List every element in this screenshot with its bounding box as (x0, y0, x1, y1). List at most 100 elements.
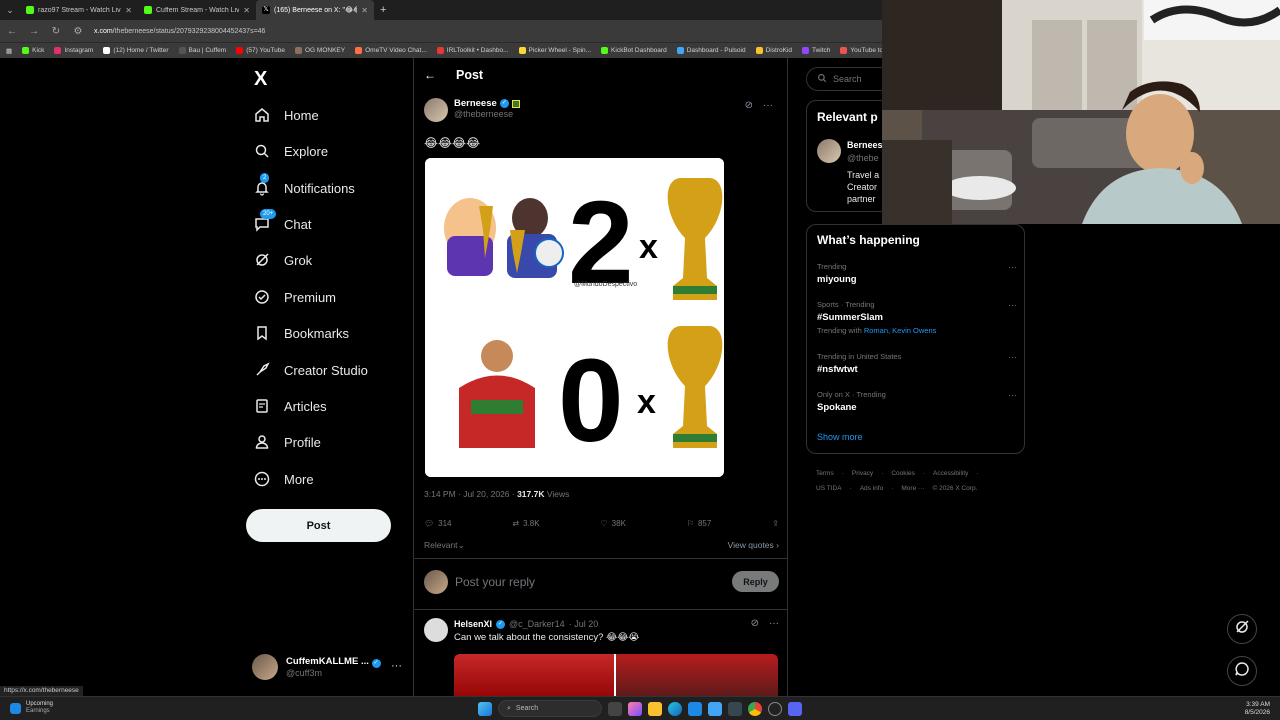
bookmark[interactable]: OG MONKEY (295, 47, 345, 54)
store-icon[interactable] (688, 701, 702, 716)
bookmark[interactable]: Dashboard - Pulsoid (676, 47, 746, 54)
bookmark[interactable]: Kick (22, 47, 44, 54)
bookmark[interactable]: KickBot Dashboard (601, 47, 667, 54)
trend-item[interactable]: Trending miyoung ··· (817, 262, 1017, 285)
tab-search-icon[interactable]: ⌄ (0, 0, 20, 20)
relevant-name[interactable]: Bernees (847, 140, 883, 150)
relevant-handle[interactable]: @thebe (847, 153, 879, 163)
nav-more[interactable]: More (254, 468, 314, 490)
bookmark[interactable]: Picker Wheel - Spin... (518, 47, 591, 54)
nav-premium[interactable]: Premium (254, 286, 336, 308)
browser-tab[interactable]: Cuffem Stream - Watch Live on ✕ (138, 0, 256, 20)
terminal-icon[interactable] (728, 701, 742, 716)
nav-home[interactable]: Home (254, 104, 319, 126)
chrome-icon[interactable] (748, 701, 762, 716)
reply-submit-button[interactable]: Reply (732, 571, 779, 592)
grok-icon[interactable]: ⊘ (745, 100, 753, 111)
account-switcher[interactable]: CuffemKALLME ... ✓ @cuff3m ··· (252, 654, 402, 680)
apps-icon[interactable]: ▦ (6, 47, 12, 55)
footer-ads-info[interactable]: Ads info (860, 485, 884, 492)
trend-item[interactable]: Sports · Trending #SummerSlam Trending w… (817, 300, 1017, 335)
post-timestamp[interactable]: 3:14 PM · Jul 20, 2026 · (424, 489, 517, 499)
view-quotes-link[interactable]: View quotes › (728, 540, 779, 551)
windows-start-icon[interactable] (478, 701, 492, 716)
bookmark[interactable]: IRLToolkit • Dashbo... (436, 47, 509, 54)
browser-tab-active[interactable]: 𝕏 (165) Berneese on X: "😂😂😂 ✕ (256, 0, 374, 20)
x-logo-icon[interactable]: X (254, 68, 267, 91)
bookmark[interactable]: (12) Home / Twitter (103, 47, 169, 54)
grok-icon[interactable]: ⊘ (751, 618, 759, 629)
bookmark[interactable]: (57) YouTube (236, 47, 285, 54)
taskbar-search[interactable]: ⌕ Search (498, 700, 602, 717)
footer-terms[interactable]: Terms (816, 470, 834, 477)
bookmark[interactable]: Twitch (801, 47, 830, 54)
obs-icon[interactable] (768, 701, 782, 716)
close-icon[interactable]: ✕ (243, 6, 250, 15)
trend-item[interactable]: Trending in United States #nsfwtwt ··· (817, 352, 1017, 375)
footer-accessibility[interactable]: Accessibility (933, 470, 968, 477)
nav-notifications[interactable]: 2 Notifications (254, 173, 355, 199)
site-info-icon[interactable]: ⚙ (72, 26, 84, 37)
forward-arrow-icon[interactable]: → (28, 26, 40, 37)
reload-icon[interactable]: ↻ (50, 26, 62, 37)
nav-profile[interactable]: Profile (254, 431, 321, 453)
more-dots-icon[interactable]: ··· (1008, 390, 1017, 400)
edge-icon[interactable] (668, 701, 682, 716)
footer-more[interactable]: More ··· (901, 485, 924, 492)
more-dots-icon[interactable]: ··· (1008, 352, 1017, 362)
nav-articles[interactable]: Articles (254, 395, 327, 417)
weather-widget[interactable]: Upcoming Earnings (10, 701, 53, 715)
nav-creator-studio[interactable]: Creator Studio (254, 359, 368, 381)
back-arrow-icon[interactable]: ← (424, 68, 436, 82)
bookmark[interactable]: Bau | Cuffem (178, 47, 226, 54)
footer-cookies[interactable]: Cookies (891, 470, 914, 477)
bookmark-button[interactable]: ⚐ 857 (687, 519, 712, 528)
post-button[interactable]: Post (246, 509, 391, 542)
nav-chat[interactable]: 20+ Chat (254, 209, 311, 235)
new-tab-button[interactable]: + (374, 4, 392, 16)
task-view-icon[interactable] (608, 701, 622, 716)
trend-with-names[interactable]: Roman, Kevin Owens (864, 326, 937, 335)
reply-input[interactable]: Post your reply (455, 575, 535, 589)
reply-button[interactable]: 💬︎ 314 (424, 519, 452, 528)
close-icon[interactable]: ✕ (361, 6, 368, 15)
sort-dropdown[interactable]: Relevant⌄ (424, 540, 465, 551)
like-button[interactable]: ♡ 38K (601, 519, 626, 528)
grok-floating-button[interactable] (1227, 614, 1257, 644)
more-dots-icon[interactable]: ··· (391, 660, 402, 672)
share-button[interactable]: ⇪ (772, 519, 779, 528)
trend-item[interactable]: Only on X · Trending Spokane ··· (817, 390, 1017, 413)
footer-privacy[interactable]: Privacy (852, 470, 873, 477)
address-bar[interactable]: x.com/theberneese/status/207932923800445… (94, 28, 265, 35)
discord-icon[interactable] (788, 701, 802, 716)
bookmark[interactable]: Instagram (54, 47, 93, 54)
nav-grok[interactable]: Grok (254, 249, 312, 271)
footer-us-tida[interactable]: US TIDA (816, 485, 842, 492)
avatar[interactable] (424, 618, 448, 642)
mail-icon[interactable] (708, 701, 722, 716)
bookmark[interactable]: OmeTV Video Chat... (355, 47, 427, 54)
messages-floating-button[interactable] (1227, 656, 1257, 686)
taskbar-clock[interactable]: 3:39 AM 8/5/2026 (1245, 701, 1270, 717)
more-dots-icon[interactable]: ··· (1008, 300, 1017, 310)
avatar[interactable] (424, 98, 448, 122)
author-name[interactable]: Berneese (454, 98, 497, 109)
nav-explore[interactable]: Explore (254, 140, 328, 162)
show-more-link[interactable]: Show more (817, 432, 863, 442)
more-dots-icon[interactable]: ··· (769, 618, 779, 629)
copilot-icon[interactable] (628, 701, 642, 716)
close-icon[interactable]: ✕ (125, 6, 132, 15)
reply-author-handle[interactable]: @c_Darker14 (509, 619, 565, 629)
reply-image[interactable] (454, 654, 778, 696)
author-handle[interactable]: @theberneese (454, 109, 520, 119)
repost-button[interactable]: ⇄ 3.8K (512, 519, 539, 528)
post-image[interactable]: 2 x @MundoDespectivo 0 x (425, 158, 724, 477)
back-arrow-icon[interactable]: ← (6, 26, 18, 37)
reply-date[interactable]: · Jul 20 (569, 619, 599, 629)
file-explorer-icon[interactable] (648, 701, 662, 716)
nav-bookmarks[interactable]: Bookmarks (254, 322, 349, 344)
browser-tab[interactable]: razo97 Stream - Watch Live on ✕ (20, 0, 138, 20)
reply-author-name[interactable]: HelsenXI (454, 619, 492, 629)
avatar[interactable] (817, 139, 841, 163)
bookmark[interactable]: DistroKid (755, 47, 792, 54)
